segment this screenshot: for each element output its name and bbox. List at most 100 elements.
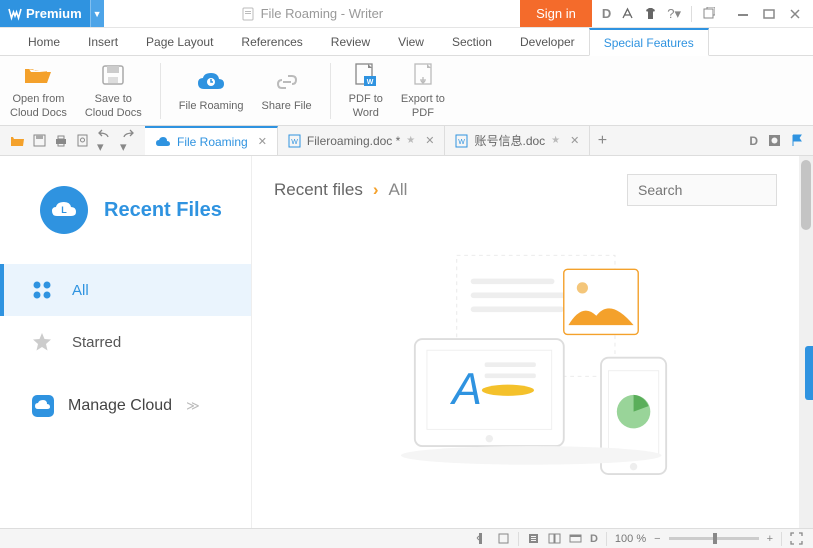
sidebar-manage-label: Manage Cloud [68,397,172,415]
zoom-in-button[interactable]: + [767,533,773,545]
app-icon-skin[interactable] [644,7,657,20]
doctab-file-roaming[interactable]: File Roaming ✕ [145,126,278,155]
content-area: L Recent Files All Starred Manage Cloud … [0,156,799,528]
maximize-button[interactable] [763,8,775,20]
sb-view-page-icon[interactable] [497,532,510,545]
help-icon[interactable]: ?▾ [667,6,681,22]
close-icon[interactable]: ✕ [570,134,579,147]
sidebar-item-all[interactable]: All [0,264,251,316]
cloud-badge-icon: L [40,186,88,234]
divider [781,532,782,546]
tab-section[interactable]: Section [438,28,506,55]
zoom-out-button[interactable]: − [654,533,660,545]
menu-tabs: Home Insert Page Layout References Revie… [0,28,813,56]
qa-print-icon[interactable] [54,134,68,147]
titlebar: Premium ▼ File Roaming - Writer Sign in … [0,0,813,28]
tab-references[interactable]: References [227,28,316,55]
sidebar-item-starred[interactable]: Starred [0,316,251,368]
qa-save-icon[interactable] [33,134,46,147]
app-icon-d[interactable]: D [602,6,611,21]
app-icon-font[interactable] [621,7,634,20]
star-icon [30,330,54,354]
breadcrumb: Recent files › All [274,180,407,200]
star-icon[interactable]: ★ [551,135,560,146]
ribbon-file-roaming[interactable]: File Roaming [179,68,244,113]
save-icon [97,61,129,89]
sidebar: L Recent Files All Starred Manage Cloud … [0,156,252,528]
tab-home[interactable]: Home [14,28,74,55]
ribbon-save-label: Save to Cloud Docs [85,93,142,119]
fullscreen-icon[interactable] [790,532,803,545]
search-input[interactable] [627,174,777,206]
tab-developer[interactable]: Developer [506,28,589,55]
sb-view-web-icon[interactable] [548,532,561,545]
sb-view-print-icon[interactable] [569,532,582,545]
tab-page-layout[interactable]: Page Layout [132,28,227,55]
ribbon-pdf-to-word[interactable]: W PDF to Word [349,61,383,119]
tab-insert[interactable]: Insert [74,28,132,55]
ribbon-share-file[interactable]: Share File [262,68,312,113]
svg-text:A: A [449,365,482,414]
ribbon-share-label: Share File [262,100,312,113]
signin-label: Sign in [536,6,576,21]
signin-button[interactable]: Sign in [520,0,592,27]
minimize-button[interactable] [737,8,749,20]
tab-special-features[interactable]: Special Features [589,28,709,56]
sb-view-outline-icon[interactable] [527,532,540,545]
zoom-slider[interactable] [669,537,759,540]
folder-open-icon [22,61,54,89]
svg-text:W: W [366,79,373,86]
ribbon-open-cloud[interactable]: Open from Cloud Docs [10,61,67,119]
export-pdf-icon [407,61,439,89]
premium-label: Premium [26,6,82,21]
qa-preview-icon[interactable] [76,134,89,147]
qa-undo-icon[interactable]: ▾ [97,127,112,155]
sidebar-manage-cloud[interactable]: Manage Cloud ≫ [0,368,251,432]
main-top-bar: Recent files › All [252,156,799,224]
svg-text:L: L [61,205,67,215]
ribbon-separator [330,63,331,119]
ribbon-save-cloud[interactable]: Save to Cloud Docs [85,61,142,119]
window-controls [725,0,813,27]
scrollbar-thumb[interactable] [801,160,811,230]
premium-dropdown[interactable]: ▼ [90,0,104,27]
star-icon[interactable]: ★ [406,135,415,146]
zoom-level[interactable]: 100 % [615,533,646,545]
ribbon-open-label: Open from Cloud Docs [10,93,67,119]
w-logo-icon [8,7,22,21]
premium-button[interactable]: Premium [0,0,90,27]
doc-icon [241,7,255,21]
window-title-text: File Roaming - Writer [261,6,384,21]
tab-review[interactable]: Review [317,28,384,55]
sb-icon-d[interactable]: D [590,533,598,545]
side-panel-toggle[interactable] [805,346,813,400]
qa-right-icon-d[interactable]: D [749,132,758,150]
vertical-scrollbar[interactable] [799,156,813,528]
document-tabs: File Roaming ✕ W Fileroaming.doc * ★ ✕ W… [145,126,739,155]
status-bar: D 100 % − + [0,528,813,548]
qa-open-icon[interactable] [10,134,25,147]
divider [606,532,607,546]
qa-right-clock-icon[interactable] [768,134,781,147]
sidebar-title: Recent Files [104,199,222,222]
chevron-right-icon: › [373,180,379,200]
manage-cloud-icon [30,394,54,418]
window-pin-icon[interactable] [702,7,715,20]
close-icon[interactable]: ✕ [258,135,267,148]
empty-state-illustration: A [312,246,769,488]
word-doc-icon: W [455,134,468,148]
close-button[interactable] [789,8,801,20]
breadcrumb-root[interactable]: Recent files [274,180,363,200]
close-icon[interactable]: ✕ [425,134,434,147]
add-tab-button[interactable]: + [590,126,614,155]
tab-view[interactable]: View [384,28,438,55]
sb-icon-1[interactable] [476,532,489,545]
qa-right-flag-icon[interactable] [791,134,803,147]
divider [518,532,519,546]
doctab-account-info[interactable]: W 账号信息.doc ★ ✕ [445,126,590,155]
doctab-fileroaming-doc[interactable]: W Fileroaming.doc * ★ ✕ [278,126,446,155]
grid-icon [30,278,54,302]
qa-redo-icon[interactable]: ▾ [120,127,135,155]
ribbon-export-pdf[interactable]: Export to PDF [401,61,445,119]
window-title: File Roaming - Writer [104,0,520,27]
